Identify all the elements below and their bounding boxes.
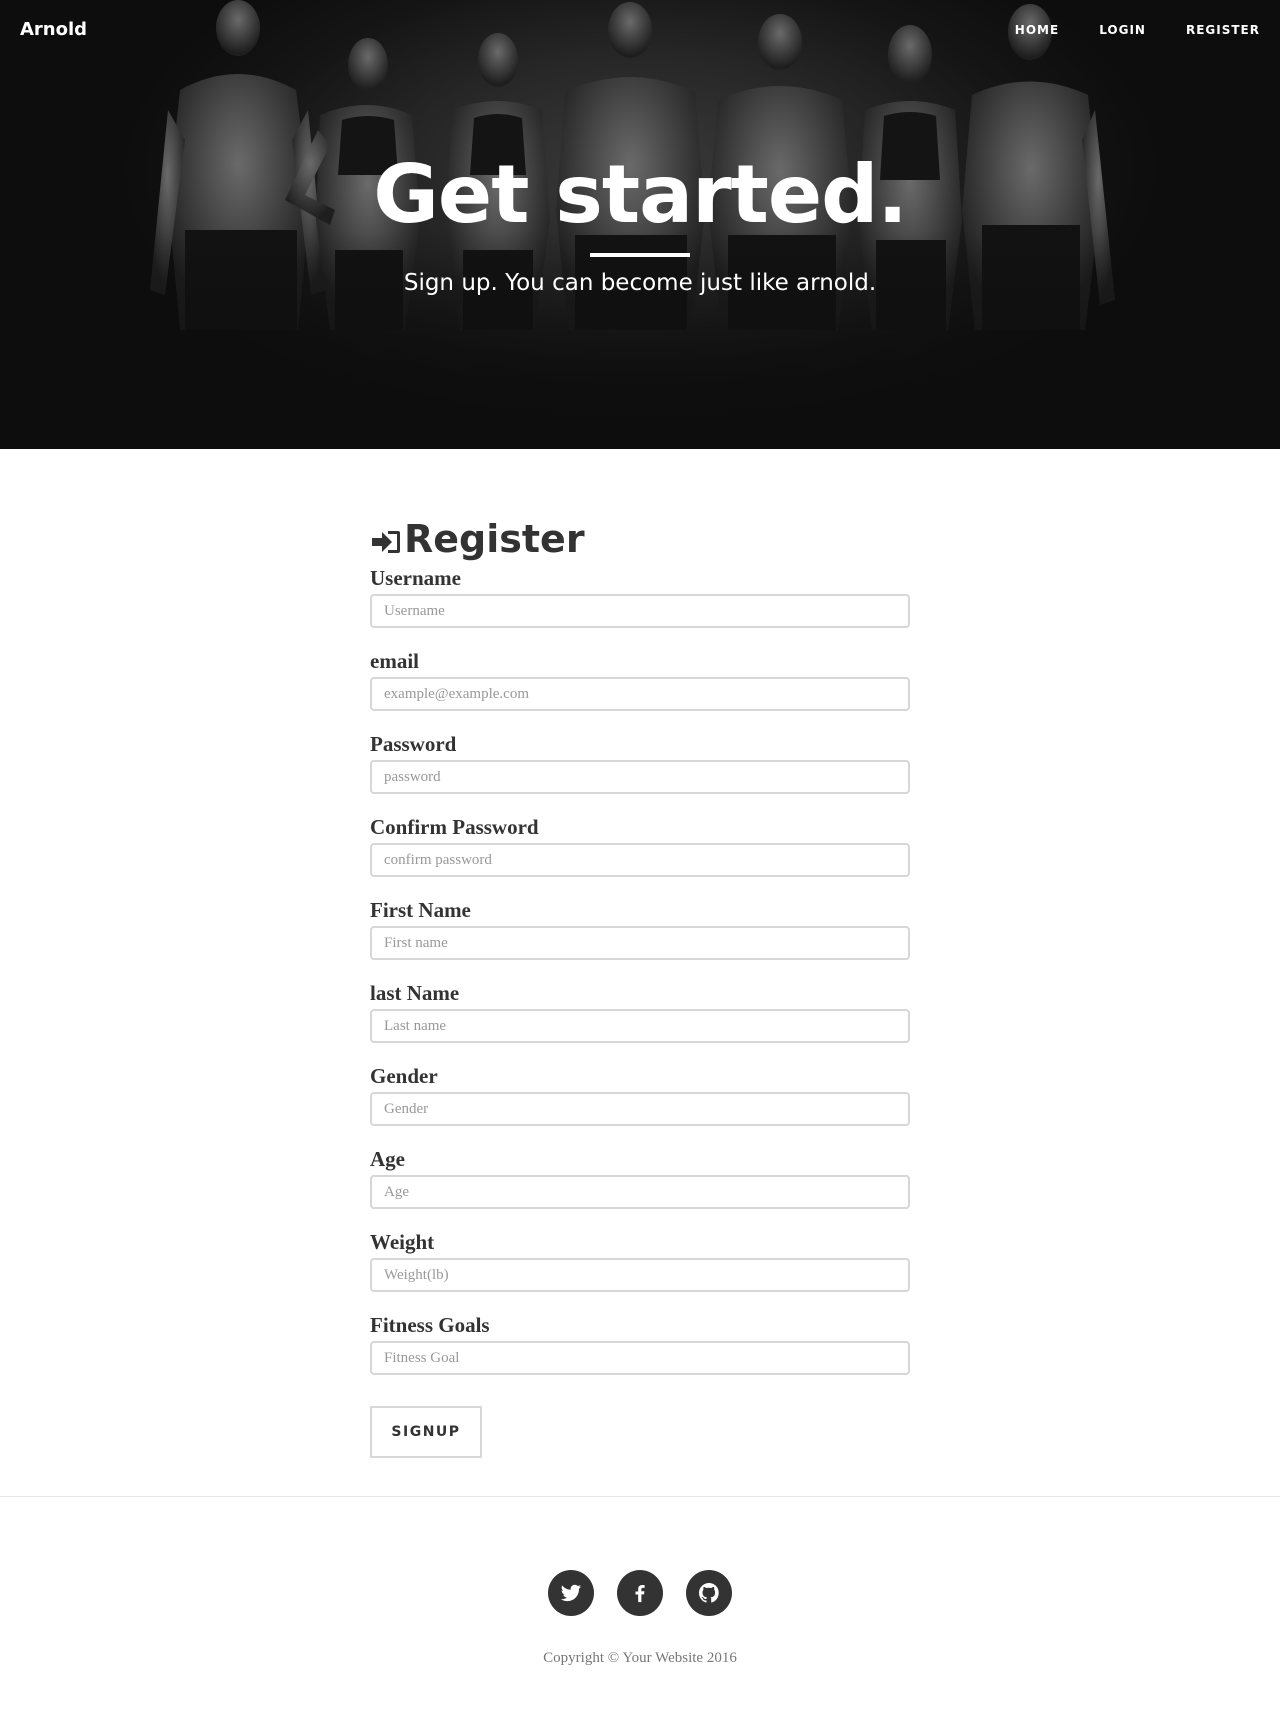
- nav-register-link[interactable]: REGISTER: [1186, 23, 1260, 37]
- gender-label: Gender: [370, 1064, 438, 1088]
- age-input[interactable]: [370, 1175, 910, 1209]
- gender-input[interactable]: [370, 1092, 910, 1126]
- username-input[interactable]: [370, 594, 910, 628]
- hero-header: Arnold HOME LOGIN REGISTER Get started. …: [0, 0, 1280, 449]
- footer-divider: [0, 1496, 1280, 1497]
- email-label: email: [370, 649, 419, 673]
- first-name-label: First Name: [370, 898, 471, 922]
- email-input[interactable]: [370, 677, 910, 711]
- confirm-password-label: Confirm Password: [370, 815, 539, 839]
- field-group-password: Password: [370, 730, 910, 813]
- password-input[interactable]: [370, 760, 910, 794]
- field-group-username: Username: [370, 564, 910, 647]
- hero-divider: [590, 253, 690, 257]
- twitter-icon: [560, 1582, 582, 1604]
- weight-label: Weight: [370, 1230, 435, 1254]
- field-group-confirm-password: Confirm Password: [370, 813, 910, 896]
- weight-input[interactable]: [370, 1258, 910, 1292]
- nav-login-link[interactable]: LOGIN: [1099, 23, 1146, 37]
- register-heading-text: Register: [404, 517, 585, 561]
- confirm-password-input[interactable]: [370, 843, 910, 877]
- register-form: Username email Password Confirm Password…: [370, 564, 910, 1458]
- register-section: Register Username email Password Confirm…: [370, 514, 910, 1458]
- main-nav: HOME LOGIN REGISTER: [975, 23, 1260, 37]
- facebook-link[interactable]: [617, 1570, 663, 1616]
- field-group-first-name: First Name: [370, 896, 910, 979]
- fitness-goals-label: Fitness Goals: [370, 1313, 490, 1337]
- nav-home-link[interactable]: HOME: [1015, 23, 1059, 37]
- github-link[interactable]: [686, 1570, 732, 1616]
- first-name-input[interactable]: [370, 926, 910, 960]
- signup-button[interactable]: SIGNUP: [370, 1406, 482, 1458]
- sign-in-icon: [370, 523, 402, 555]
- fitness-goals-input[interactable]: [370, 1341, 910, 1375]
- hero-subtitle: Sign up. You can become just like arnold…: [403, 270, 877, 296]
- field-group-age: Age: [370, 1145, 910, 1228]
- field-group-fitness-goals: Fitness Goals: [370, 1311, 910, 1394]
- register-heading: Register: [370, 514, 910, 564]
- brand-logo-link[interactable]: Arnold: [20, 19, 87, 40]
- facebook-icon: [629, 1582, 651, 1604]
- field-group-last-name: last Name: [370, 979, 910, 1062]
- last-name-label: last Name: [370, 981, 460, 1005]
- last-name-input[interactable]: [370, 1009, 910, 1043]
- age-label: Age: [370, 1147, 405, 1171]
- twitter-link[interactable]: [548, 1570, 594, 1616]
- github-icon: [697, 1581, 721, 1605]
- hero-title: Get started.: [373, 148, 907, 241]
- copyright-text: Copyright © Your Website 2016: [543, 1650, 737, 1666]
- username-label: Username: [370, 566, 461, 590]
- social-links: [548, 1570, 732, 1616]
- field-group-weight: Weight: [370, 1228, 910, 1311]
- password-label: Password: [370, 732, 457, 756]
- field-group-email: email: [370, 647, 910, 730]
- field-group-gender: Gender: [370, 1062, 910, 1145]
